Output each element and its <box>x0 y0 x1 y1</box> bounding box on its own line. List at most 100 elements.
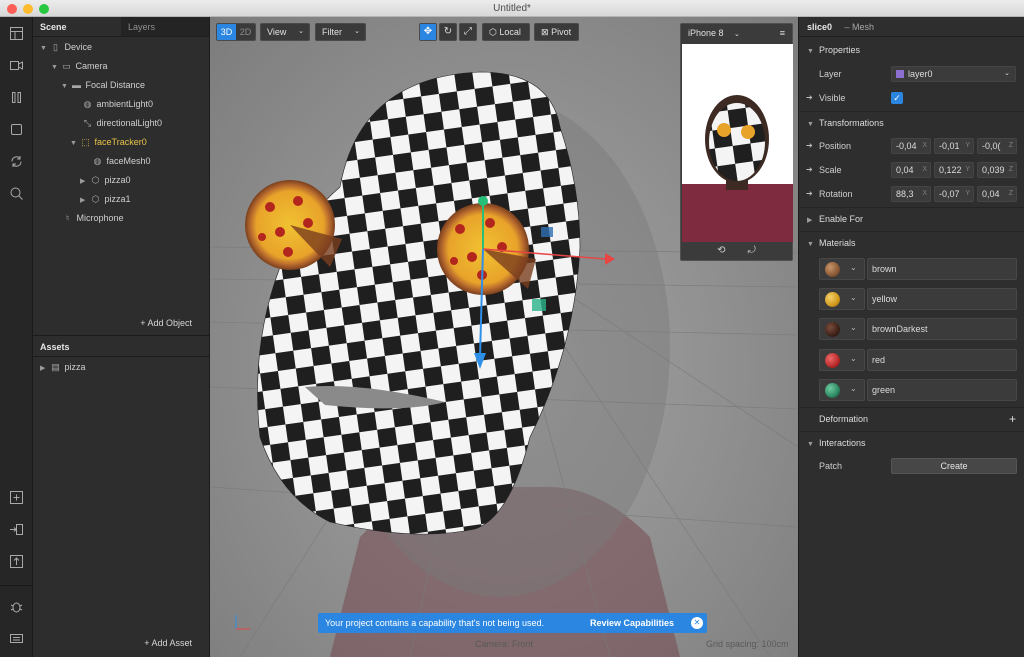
tree-item-microphone[interactable]: ♮ Microphone <box>61 209 124 227</box>
stop-icon[interactable] <box>9 122 24 137</box>
create-patch-button[interactable]: Create <box>891 458 1017 474</box>
rotate-tool-icon[interactable]: ↻ <box>439 23 457 41</box>
collapse-arrow-icon[interactable]: ▼ <box>51 59 60 77</box>
chevron-down-icon: ⌄ <box>850 263 857 272</box>
chevron-down-icon: ⌄ <box>1004 70 1010 77</box>
assets-header-divider <box>33 356 210 357</box>
scale-x-field[interactable]: 0,04 X <box>891 162 931 178</box>
connect-arrow-icon[interactable]: ➔ <box>806 190 814 198</box>
tree-item-device[interactable]: ▼ ▯ Device <box>40 38 92 56</box>
tab-layers[interactable]: Layers <box>121 17 209 36</box>
material-swatch[interactable]: ⌄ <box>819 258 865 280</box>
collapse-arrow-icon[interactable]: ▼ <box>40 40 49 58</box>
upload-icon[interactable] <box>9 554 24 569</box>
add-panel-icon[interactable] <box>9 490 24 505</box>
rotation-z-field[interactable]: 0,04 Z <box>977 186 1017 202</box>
close-icon[interactable]: ✕ <box>691 617 703 629</box>
connect-arrow-icon[interactable]: ➔ <box>806 94 814 102</box>
add-asset-button[interactable]: + Add Asset <box>144 638 192 648</box>
local-toggle[interactable]: ⬡ Local <box>482 23 530 41</box>
move-tool-icon[interactable]: ✥ <box>419 23 437 41</box>
mode-3d-button[interactable]: 3D <box>217 24 236 40</box>
tree-item-focal-distance[interactable]: ▼ ▬ Focal Distance <box>61 76 145 94</box>
assets-title: Assets <box>40 342 70 352</box>
position-x-field[interactable]: -0,04 X <box>891 138 931 154</box>
chevron-down-icon: ⌄ <box>850 354 857 363</box>
section-title: Interactions <box>819 438 866 448</box>
scene-tabs: Scene Layers <box>33 17 209 37</box>
position-y-field[interactable]: -0,01 Y <box>934 138 974 154</box>
section-materials[interactable]: ▼ Materials <box>798 231 1024 253</box>
simulator-preview <box>682 95 793 242</box>
connect-arrow-icon[interactable]: ➔ <box>806 166 814 174</box>
pause-icon[interactable] <box>9 90 24 105</box>
tree-item-label: Camera <box>75 61 108 71</box>
rotation-label: Rotation <box>819 189 853 199</box>
material-swatch[interactable]: ⌄ <box>819 288 865 310</box>
search-icon[interactable] <box>9 186 24 201</box>
section-interactions[interactable]: ▼ Interactions <box>798 431 1024 453</box>
menu-icon[interactable]: ≡ <box>780 24 785 43</box>
video-icon[interactable] <box>9 58 24 73</box>
material-swatch[interactable]: ⌄ <box>819 349 865 371</box>
add-deformation-button[interactable]: + <box>1009 408 1016 430</box>
chevron-down-icon: ⌄ <box>850 323 857 332</box>
rotation-x-field[interactable]: 88,3 X <box>891 186 931 202</box>
material-row-brown[interactable]: ⌄ brown <box>819 258 1017 280</box>
section-deformation[interactable]: Deformation + <box>798 407 1024 429</box>
viewport[interactable]: 3D 2D View ⌄ Filter ⌄ ✥ ↻ ⤢ ⬡ Local ⊠ Pi… <box>210 17 798 657</box>
switch-camera-icon[interactable]: ⟲ <box>717 245 725 256</box>
tree-item-directional-light[interactable]: ⤡ directionalLight0 <box>81 114 162 132</box>
section-title: Transformations <box>819 118 884 128</box>
device-selector[interactable]: iPhone 8 ⌄ ≡ <box>681 24 792 43</box>
tree-item-pizza1[interactable]: ▶ ⬡ pizza1 <box>80 190 131 208</box>
collapse-arrow-icon[interactable]: ▼ <box>70 135 79 153</box>
pivot-toggle[interactable]: ⊠ Pivot <box>534 23 579 41</box>
visible-label: Visible <box>819 93 846 103</box>
material-swatch[interactable]: ⌄ <box>819 379 865 401</box>
material-row-red[interactable]: ⌄ red <box>819 349 1017 371</box>
view-dropdown[interactable]: View ⌄ <box>260 23 310 41</box>
tree-item-face-tracker[interactable]: ▼ ⬚ faceTracker0 <box>70 133 147 151</box>
view-label: View <box>267 27 287 37</box>
tree-item-pizza0[interactable]: ▶ ⬡ pizza0 <box>80 171 131 189</box>
position-z-field[interactable]: -0,0(Z <box>977 138 1017 154</box>
material-row-yellow[interactable]: ⌄ yellow <box>819 288 1017 310</box>
scale-y-field[interactable]: 0,122 Y <box>934 162 974 178</box>
review-capabilities-link[interactable]: Review Capabilities <box>590 613 674 633</box>
expand-arrow-icon[interactable]: ▶ <box>40 360 49 378</box>
material-row-green[interactable]: ⌄ green <box>819 379 1017 401</box>
material-swatch[interactable]: ⌄ <box>819 318 865 340</box>
mode-2d-button[interactable]: 2D <box>236 24 255 40</box>
export-icon[interactable] <box>9 522 24 537</box>
section-enable-for[interactable]: ▶ Enable For <box>798 207 1024 229</box>
tab-scene[interactable]: Scene <box>33 17 121 36</box>
rotate-device-icon[interactable]: ⤾ <box>748 245 756 256</box>
expand-arrow-icon[interactable]: ▶ <box>80 173 89 191</box>
bug-icon[interactable] <box>9 599 24 614</box>
rotation-y-field[interactable]: -0,07 Y <box>934 186 974 202</box>
refresh-icon[interactable] <box>9 154 24 169</box>
view-mode-toggle: 3D 2D <box>216 23 256 41</box>
layer-select[interactable]: layer0 ⌄ <box>891 66 1016 82</box>
tree-item-face-mesh[interactable]: ◍ faceMesh0 <box>91 152 151 170</box>
connect-arrow-icon[interactable]: ➔ <box>806 142 814 150</box>
layout-icon[interactable] <box>9 26 24 41</box>
scale-z-field[interactable]: 0,039 Z <box>977 162 1017 178</box>
chevron-down-icon: ⌄ <box>298 28 304 35</box>
filter-dropdown[interactable]: Filter ⌄ <box>315 23 366 41</box>
tree-item-ambient-light[interactable]: ◍ ambientLight0 <box>81 95 154 113</box>
material-sphere-icon <box>825 322 840 337</box>
section-transformations[interactable]: ▼ Transformations <box>798 111 1024 133</box>
collapse-arrow-icon[interactable]: ▼ <box>61 78 70 96</box>
visible-checkbox[interactable]: ✓ <box>891 92 903 104</box>
position-label: Position <box>819 141 852 151</box>
section-properties[interactable]: ▼ Properties <box>798 39 1024 61</box>
expand-arrow-icon[interactable]: ▶ <box>80 192 89 210</box>
scale-tool-icon[interactable]: ⤢ <box>459 23 477 41</box>
tree-item-camera[interactable]: ▼ ▭ Camera <box>51 57 108 75</box>
add-object-button[interactable]: + Add Object <box>140 318 192 328</box>
keyboard-icon[interactable] <box>9 631 24 646</box>
asset-item-pizza[interactable]: ▶ ▤ pizza <box>40 358 86 376</box>
material-row-brown-darkest[interactable]: ⌄ brownDarkest <box>819 318 1017 340</box>
